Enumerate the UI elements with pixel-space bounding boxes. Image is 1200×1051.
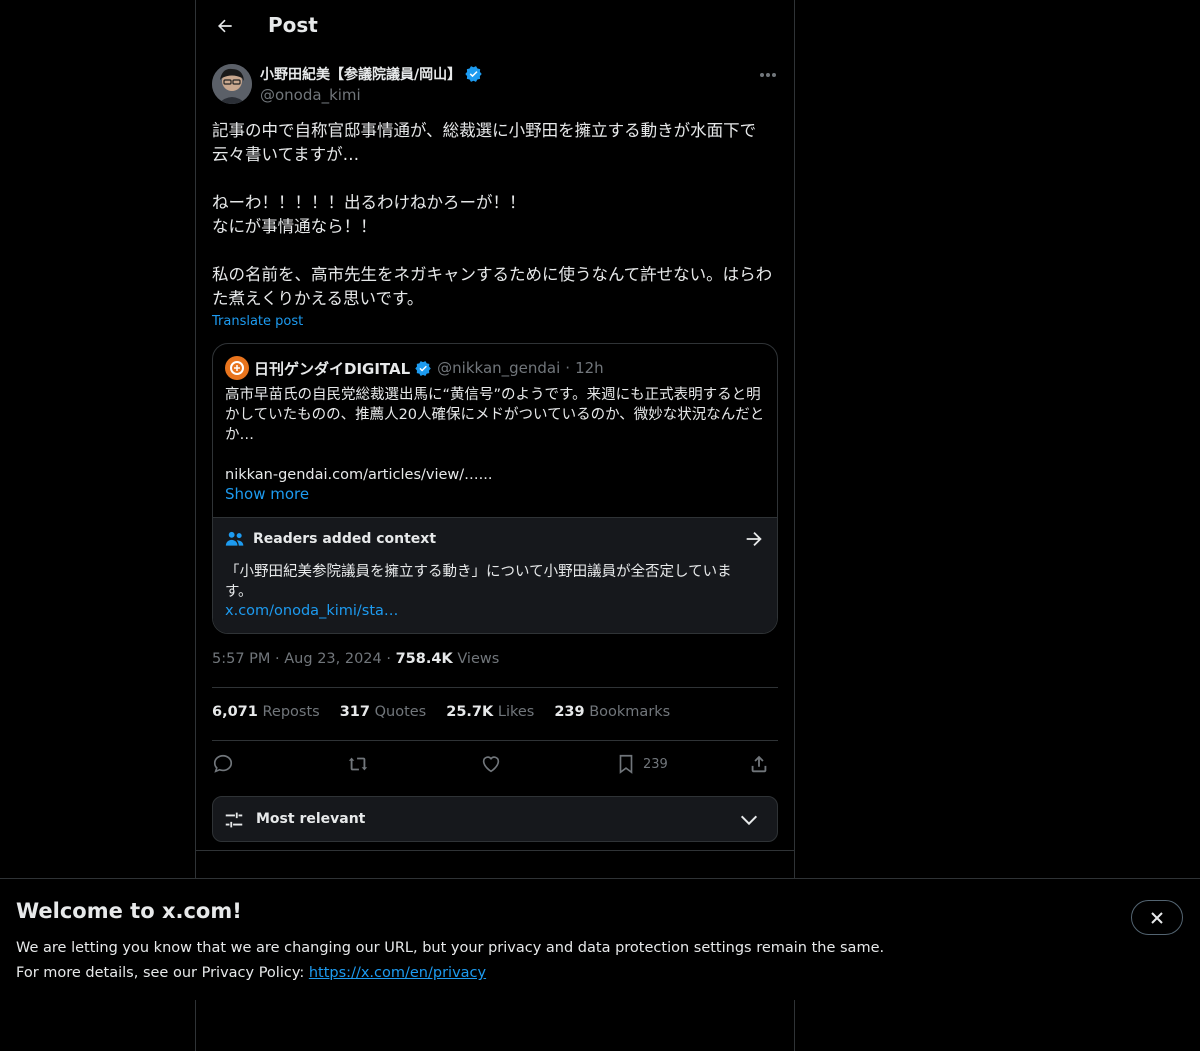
engagement-stats: 6,071 Reposts 317 Quotes 25.7K Likes 239… [212, 704, 670, 720]
likes-stat[interactable]: 25.7K Likes [446, 704, 534, 720]
bookmarks-stat[interactable]: 239 Bookmarks [554, 704, 670, 720]
reposts-stat[interactable]: 6,071 Reposts [212, 704, 320, 720]
views-count: 758.4K [395, 651, 453, 667]
bookmark-icon [619, 754, 633, 774]
author-name[interactable]: 小野田紀美【参議院議員/岡山】 [260, 64, 483, 84]
post-header: Post [196, 0, 794, 53]
context-title: Readers added context [253, 531, 437, 547]
action-bar: 239 [212, 750, 778, 780]
quoted-post-card[interactable]: 日刊ゲンダイDIGITAL @nikkan_gendai · 12h 高市早苗氏… [212, 343, 778, 634]
quotes-label: Quotes [374, 704, 427, 720]
quoted-author-name: 日刊ゲンダイDIGITAL [254, 359, 411, 378]
page-title: Post [268, 13, 318, 37]
author-avatar[interactable] [212, 64, 252, 104]
sliders-icon [225, 812, 243, 828]
like-button[interactable] [480, 750, 502, 778]
post-text: 記事の中で自称官邸事情通が、総裁選に小野田を擁立する動きが水面下で云々書いてます… [212, 121, 773, 308]
more-dots-icon [760, 73, 776, 77]
arrow-right-icon[interactable] [743, 528, 765, 550]
context-source-link[interactable]: x.com/onoda_kimi/sta… [225, 603, 398, 619]
post-meta: 5:57 PM · Aug 23, 2024 · 758.4K Views [212, 651, 499, 667]
readers-context-box[interactable]: Readers added context 「小野田紀美参院議員を擁立する動き」… [213, 517, 777, 633]
bookmarks-count: 239 [554, 704, 585, 720]
more-options-button[interactable] [753, 64, 783, 86]
divider [212, 740, 778, 741]
share-button[interactable] [748, 750, 770, 778]
separator-dot: · [275, 651, 280, 667]
verified-badge-icon [465, 66, 482, 82]
likes-count: 25.7K [446, 704, 494, 720]
share-icon [751, 755, 767, 773]
close-banner-button[interactable] [1131, 900, 1183, 935]
reposts-label: Reposts [262, 704, 320, 720]
bookmarks-label: Bookmarks [589, 704, 671, 720]
quoted-avatar [225, 356, 249, 380]
banner-title: Welcome to x.com! [16, 899, 242, 923]
quoted-post-text: 高市早苗氏の自民党総裁選出馬に“黄信号”のようです。来週にも正式表明すると明かし… [225, 387, 765, 483]
chevron-down-icon [740, 815, 758, 826]
reply-icon [213, 754, 233, 773]
url-change-banner: Welcome to x.com! We are letting you kno… [0, 878, 1200, 1000]
reply-button[interactable] [212, 750, 234, 778]
divider [196, 850, 794, 851]
quotes-stat[interactable]: 317 Quotes [340, 704, 427, 720]
author-handle[interactable]: @onoda_kimi [260, 86, 361, 104]
quoted-author-handle: @nikkan_gendai [437, 359, 561, 377]
context-header: Readers added context [225, 530, 436, 548]
separator-dot: · [386, 651, 391, 667]
newspaper-logo-icon [230, 361, 244, 375]
privacy-policy-link[interactable]: https://x.com/en/privacy [309, 965, 486, 981]
translate-post-link[interactable]: Translate post [212, 314, 303, 329]
author-name-text: 小野田紀美【参議院議員/岡山】 [260, 67, 462, 83]
people-icon [225, 531, 244, 546]
back-button[interactable] [208, 9, 242, 43]
views-label: Views [457, 651, 500, 667]
banner-text: We are letting you know that we are chan… [16, 936, 884, 986]
quotes-count: 317 [339, 704, 370, 720]
reply-sort-dropdown[interactable]: Most relevant [212, 796, 778, 842]
likes-label: Likes [497, 704, 535, 720]
banner-line-2-prefix: For more details, see our Privacy Policy… [16, 965, 309, 981]
show-more-link[interactable]: Show more [225, 485, 309, 503]
arrow-left-icon [218, 19, 232, 33]
separator-dot: · [565, 359, 571, 377]
banner-line-1: We are letting you know that we are chan… [16, 940, 885, 956]
post-date[interactable]: Aug 23, 2024 [284, 651, 382, 667]
reposts-count: 6,071 [212, 704, 258, 720]
quoted-post-header: 日刊ゲンダイDIGITAL @nikkan_gendai · 12h [225, 356, 604, 380]
banner-line-2: For more details, see our Privacy Policy… [16, 961, 884, 986]
bookmark-button[interactable]: 239 [615, 750, 668, 778]
verified-badge-icon [415, 360, 431, 376]
repost-button[interactable] [346, 750, 370, 778]
sort-label: Most relevant [256, 811, 366, 827]
bookmark-count: 239 [643, 756, 668, 772]
context-text: 「小野田紀美参院議員を擁立する動き」について小野田議員が全否定しています。 [225, 564, 732, 600]
quoted-post-time: 12h [575, 359, 604, 377]
post-time[interactable]: 5:57 PM [212, 651, 270, 667]
repost-icon [348, 757, 368, 771]
divider [212, 687, 778, 688]
heart-icon [482, 756, 500, 773]
close-icon [1151, 911, 1163, 924]
